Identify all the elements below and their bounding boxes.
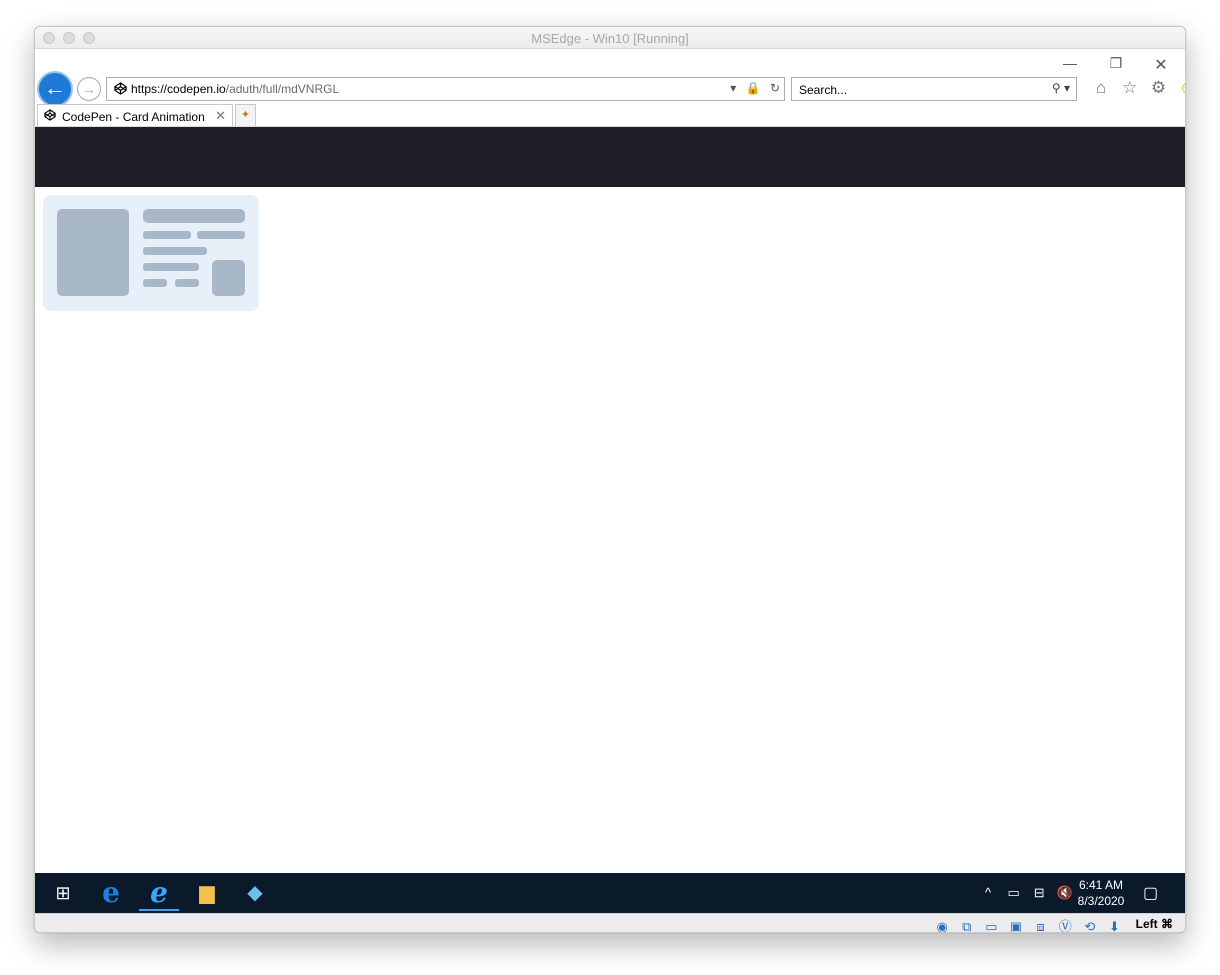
tab-title: CodePen - Card Animation: [62, 110, 205, 124]
optical-drive-icon[interactable]: ⧉: [956, 919, 977, 932]
battery-icon[interactable]: ▭: [1003, 885, 1025, 901]
skeleton-image-placeholder: [57, 209, 129, 296]
chevron-up-icon[interactable]: ^: [977, 885, 999, 900]
volume-muted-icon[interactable]: 🔇: [1054, 885, 1076, 901]
windows-taskbar: ⊞ e e ▆ ◆ ^ ▭ ⊟ 🔇 6:41 AM 8/3/2020 ▢: [35, 873, 1185, 913]
new-tab-button[interactable]: ✦: [235, 104, 256, 127]
skeleton-text-line: [143, 247, 207, 255]
search-icon[interactable]: ⚲ ▾: [1052, 81, 1070, 95]
search-input[interactable]: Search... ⚲ ▾: [791, 77, 1077, 101]
feedback-smiley-icon[interactable]: ☺: [1175, 78, 1185, 98]
clock-time: 6:41 AM: [1078, 878, 1124, 892]
page-header-bar: [35, 127, 1185, 187]
browser-chrome: — ❐ ✕ ← → https://codepen.io/aduth/full/…: [35, 49, 1185, 127]
skeleton-text-line: [143, 263, 199, 271]
favorites-icon[interactable]: ☆: [1118, 78, 1142, 98]
page-content: [35, 187, 1185, 873]
skeleton-card[interactable]: [43, 195, 259, 311]
taskbar-clock[interactable]: 6:41 AM 8/3/2020: [1075, 877, 1127, 909]
file-explorer-icon[interactable]: ▆: [187, 879, 227, 909]
close-icon[interactable]: ✕: [1146, 55, 1176, 75]
dropdown-icon[interactable]: ▾: [730, 81, 736, 95]
tab-codepen[interactable]: CodePen - Card Animation ✕: [37, 104, 233, 127]
home-icon[interactable]: ⌂: [1089, 78, 1113, 98]
windows-start-icon[interactable]: ⊞: [43, 879, 83, 909]
lock-icon[interactable]: 🔒: [746, 81, 761, 95]
back-button[interactable]: ←: [37, 71, 73, 107]
forward-button[interactable]: →: [77, 77, 101, 101]
url-text[interactable]: https://codepen.io/aduth/full/mdVNRGL: [131, 82, 339, 96]
minimize-icon[interactable]: —: [1055, 55, 1085, 71]
codepen-icon: [113, 82, 127, 96]
settings-icon[interactable]: ⚙: [1146, 78, 1170, 98]
network-adapter-icon[interactable]: ⟲: [1079, 919, 1100, 932]
floppy-icon[interactable]: ▭: [981, 919, 1002, 932]
display-icon[interactable]: ▣: [1006, 919, 1027, 932]
window-titlebar[interactable]: MSEdge - Win10 [Running]: [35, 27, 1185, 49]
host-key-label: Left ⌘: [1135, 917, 1173, 931]
skeleton-box-placeholder: [212, 260, 245, 296]
codepen-icon: [44, 109, 56, 124]
download-icon[interactable]: ⬇: [1104, 919, 1125, 932]
shared-folder-icon[interactable]: ⧈: [1030, 919, 1051, 932]
skeleton-text-line: [175, 279, 199, 287]
refresh-icon[interactable]: ↻: [770, 81, 780, 95]
hard-disk-icon[interactable]: ◉: [932, 919, 953, 932]
clock-date: 8/3/2020: [1077, 894, 1125, 908]
tab-close-icon[interactable]: ✕: [215, 108, 226, 124]
app-icon[interactable]: ◆: [235, 879, 275, 909]
restore-icon[interactable]: ❐: [1101, 55, 1131, 72]
notifications-icon[interactable]: ▢: [1143, 883, 1158, 903]
address-bar[interactable]: https://codepen.io/aduth/full/mdVNRGL ▾ …: [106, 77, 785, 101]
search-placeholder: Search...: [799, 83, 848, 97]
edge-icon[interactable]: e: [91, 879, 131, 909]
window-title: MSEdge - Win10 [Running]: [531, 31, 689, 46]
vm-window: MSEdge - Win10 [Running] — ❐ ✕ ← → https…: [34, 26, 1186, 933]
skeleton-title-line: [143, 209, 245, 223]
skeleton-text-line: [197, 231, 245, 239]
skeleton-text-line: [143, 279, 167, 287]
skeleton-text-line: [143, 231, 191, 239]
internet-explorer-icon[interactable]: e: [139, 879, 179, 911]
vt-x-icon[interactable]: Ⓥ: [1055, 916, 1076, 932]
virtualbox-status-bar: ◉ ⧉ ▭ ▣ ⧈ Ⓥ ⟲ ⬇ Left ⌘: [35, 913, 1185, 932]
network-icon[interactable]: ⊟: [1028, 885, 1050, 901]
